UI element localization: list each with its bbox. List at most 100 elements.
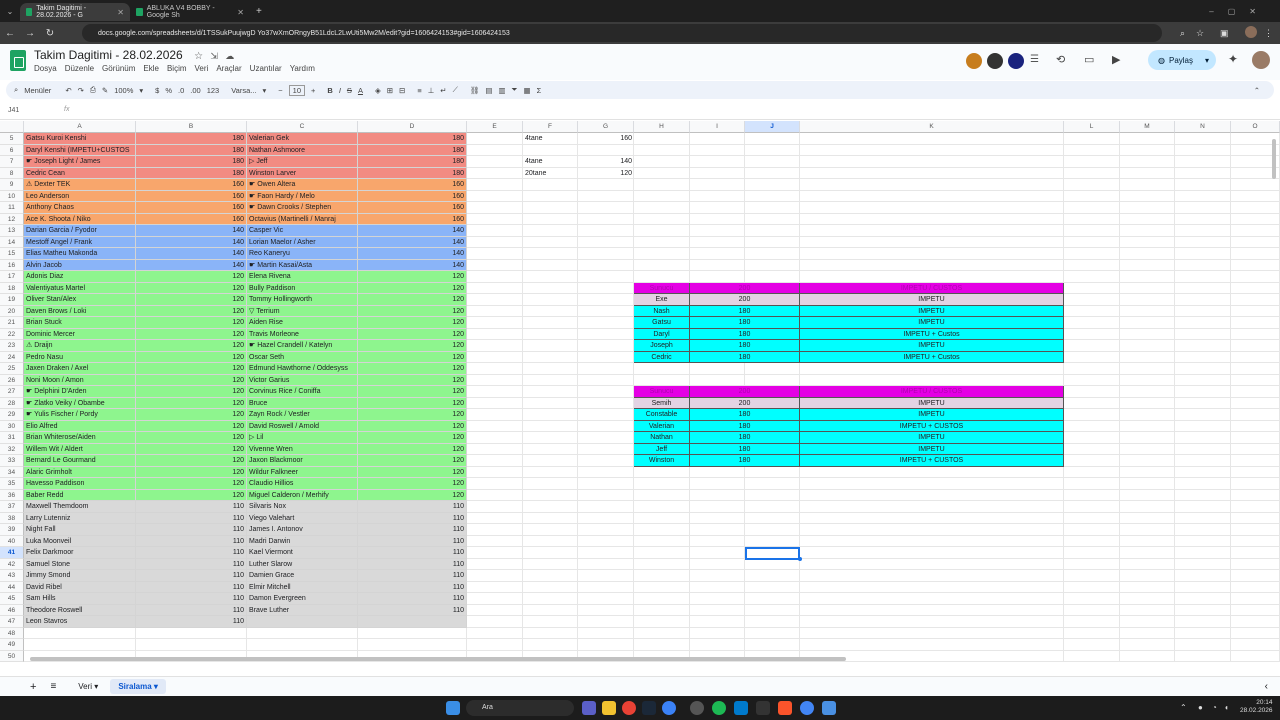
player-score-cell[interactable]: 120: [358, 328, 467, 340]
row-header[interactable]: 26: [0, 374, 24, 386]
assignment-table-cell[interactable]: IMPETU: [800, 397, 1064, 409]
player-score-cell[interactable]: 160: [358, 179, 467, 191]
player-name-cell[interactable]: ☛ Hazel Crandell / Katelyn: [247, 340, 358, 352]
player-score-cell[interactable]: 120: [136, 340, 247, 352]
row-header[interactable]: 12: [0, 213, 24, 225]
player-name-cell[interactable]: Viego Valehart: [247, 512, 358, 524]
player-score-cell[interactable]: 140: [358, 259, 467, 271]
player-score-cell[interactable]: 110: [136, 593, 247, 605]
player-name-cell[interactable]: Tommy Hollingworth: [247, 294, 358, 306]
player-score-cell[interactable]: 180: [136, 156, 247, 168]
player-score-cell[interactable]: 110: [136, 604, 247, 616]
player-name-cell[interactable]: Noni Moon / Amon: [24, 374, 136, 386]
assignment-table-header[interactable]: IMPETU / CUSTOS: [800, 282, 1064, 294]
player-name-cell[interactable]: Cedric Cean: [24, 167, 136, 179]
player-name-cell[interactable]: Vivenne Wren: [247, 443, 358, 455]
assignment-table-cell[interactable]: Valerian: [634, 420, 690, 432]
assignment-table-cell[interactable]: IMPETU + CUSTOS: [800, 455, 1064, 467]
chevron-down-icon[interactable]: ▾: [139, 86, 143, 95]
assignment-table-cell[interactable]: 180: [690, 420, 800, 432]
collaborator-avatar[interactable]: [966, 53, 982, 69]
increase-font-icon[interactable]: +: [311, 86, 315, 95]
assignment-table-cell[interactable]: Joseph: [634, 340, 690, 352]
assignment-table-cell[interactable]: Constable: [634, 409, 690, 421]
player-score-cell[interactable]: 140: [136, 248, 247, 260]
history-icon[interactable]: ⟲: [1056, 53, 1065, 66]
volume-icon[interactable]: ◖: [1224, 703, 1229, 712]
collapse-toolbar-icon[interactable]: ⌃: [1254, 86, 1260, 95]
row-header[interactable]: 17: [0, 271, 24, 283]
player-name-cell[interactable]: Maxwell Themdoom: [24, 501, 136, 513]
player-score-cell[interactable]: 120: [358, 386, 467, 398]
row-header[interactable]: 24: [0, 351, 24, 363]
player-name-cell[interactable]: [247, 616, 358, 628]
menu-help[interactable]: Yardım: [290, 64, 315, 73]
row-header[interactable]: 6: [0, 144, 24, 156]
assignment-table-cell[interactable]: IMPETU: [800, 317, 1064, 329]
count-label-cell[interactable]: 20tane: [525, 168, 546, 180]
player-score-cell[interactable]: 180: [358, 167, 467, 179]
move-folder-icon[interactable]: ⇲: [210, 51, 218, 61]
assignment-table-cell[interactable]: IMPETU + Custos: [800, 328, 1064, 340]
row-header[interactable]: 42: [0, 558, 24, 570]
player-score-cell[interactable]: 120: [358, 363, 467, 375]
browser-tab[interactable]: ABLUKA V4 BOBBY - Google Sh ✕: [130, 3, 250, 21]
player-score-cell[interactable]: 140: [136, 236, 247, 248]
row-header[interactable]: 29: [0, 409, 24, 421]
functions-icon[interactable]: Σ: [537, 86, 542, 95]
new-tab-icon[interactable]: +: [256, 6, 262, 17]
network-icon[interactable]: ◔: [1212, 703, 1217, 712]
column-header[interactable]: O: [1231, 121, 1280, 133]
assignment-table-cell[interactable]: IMPETU + CUSTOS: [800, 420, 1064, 432]
column-header[interactable]: A: [24, 121, 136, 133]
player-score-cell[interactable]: 110: [358, 604, 467, 616]
increase-decimal-button[interactable]: .00: [190, 86, 200, 95]
assignment-table-header[interactable]: Sunucu: [634, 386, 690, 398]
player-name-cell[interactable]: Baber Redd: [24, 489, 136, 501]
player-score-cell[interactable]: 120: [136, 374, 247, 386]
player-score-cell[interactable]: 120: [136, 489, 247, 501]
player-score-cell[interactable]: 120: [136, 294, 247, 306]
player-name-cell[interactable]: Bernard Le Gourmand: [24, 455, 136, 467]
collaborator-avatar[interactable]: [1008, 53, 1024, 69]
row-header[interactable]: 44: [0, 581, 24, 593]
player-name-cell[interactable]: Alaric Grimholt: [24, 466, 136, 478]
player-name-cell[interactable]: Mestoff Angel / Frank: [24, 236, 136, 248]
player-name-cell[interactable]: Bruce: [247, 397, 358, 409]
back-icon[interactable]: ←: [0, 28, 20, 39]
menu-search[interactable]: Menüler: [24, 86, 51, 95]
player-name-cell[interactable]: Travis Morleone: [247, 328, 358, 340]
row-header[interactable]: 18: [0, 282, 24, 294]
player-score-cell[interactable]: 180: [136, 144, 247, 156]
count-label-cell[interactable]: 4tane: [525, 133, 543, 145]
strikethrough-icon[interactable]: S: [347, 86, 352, 95]
assignment-table-cell[interactable]: 200: [690, 397, 800, 409]
player-name-cell[interactable]: Daven Brows / Loki: [24, 305, 136, 317]
fill-handle[interactable]: [798, 556, 802, 561]
player-name-cell[interactable]: Lorian Maelor / Asher: [247, 236, 358, 248]
player-score-cell[interactable]: 160: [358, 213, 467, 225]
player-score-cell[interactable]: 110: [136, 535, 247, 547]
row-header[interactable]: 35: [0, 478, 24, 490]
font-select[interactable]: Varsa...: [231, 86, 256, 95]
assignment-table-cell[interactable]: 180: [690, 455, 800, 467]
player-score-cell[interactable]: 120: [358, 282, 467, 294]
player-name-cell[interactable]: Gatsu Kuroi Kenshi: [24, 133, 136, 145]
player-name-cell[interactable]: Victor Garius: [247, 374, 358, 386]
player-name-cell[interactable]: Sam Hills: [24, 593, 136, 605]
star-icon[interactable]: ☆: [194, 51, 203, 62]
name-box[interactable]: J41: [8, 107, 19, 114]
user-avatar[interactable]: [1252, 51, 1270, 69]
fill-color-icon[interactable]: ◈: [375, 86, 381, 95]
teams-icon[interactable]: [582, 701, 596, 715]
player-score-cell[interactable]: 120: [136, 420, 247, 432]
vertical-scrollbar[interactable]: [1272, 139, 1276, 179]
player-score-cell[interactable]: 120: [358, 420, 467, 432]
player-score-cell[interactable]: 110: [358, 524, 467, 536]
player-score-cell[interactable]: 110: [136, 558, 247, 570]
player-score-cell[interactable]: 120: [136, 351, 247, 363]
count-value-cell[interactable]: 120: [578, 168, 632, 180]
player-name-cell[interactable]: Valentiyatus Martel: [24, 282, 136, 294]
row-header[interactable]: 20: [0, 305, 24, 317]
zoom-icon[interactable]: ⌕: [1180, 28, 1185, 39]
